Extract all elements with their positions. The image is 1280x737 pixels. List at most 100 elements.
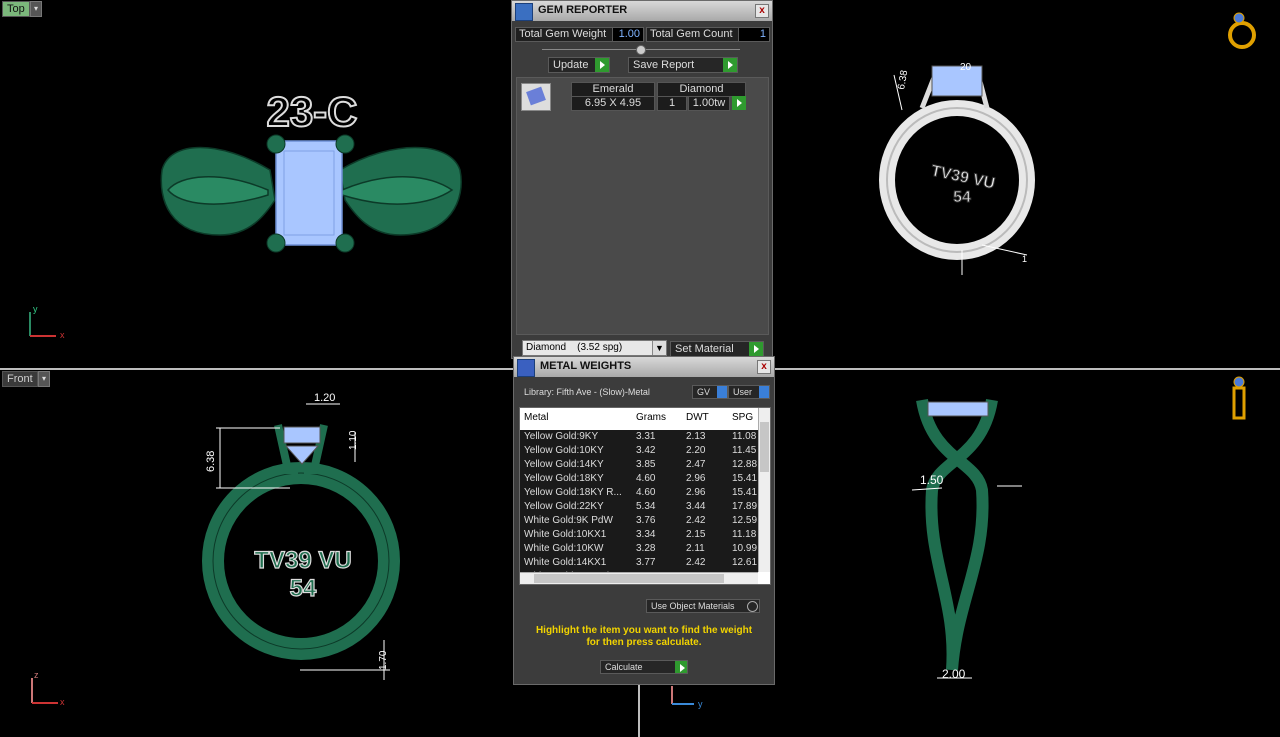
perspective-engraving-2: 54	[953, 189, 971, 206]
viewport-divider-v[interactable]	[638, 684, 640, 737]
col-dwt[interactable]: DWT	[686, 412, 709, 423]
update-button-label: Update	[553, 59, 589, 71]
gem-material: Diamond	[657, 82, 746, 97]
dwt-cell: 2.47	[686, 459, 706, 470]
table-row[interactable]: White Gold:9K PdW 3.76 2.42 12.59	[520, 514, 758, 528]
gem-weight: 1.00tw	[688, 96, 730, 111]
metal-weights-panel: METAL WEIGHTS x Library: Fifth Ave - (Sl…	[513, 356, 775, 685]
metal-name-cell: White Gold:10KX1	[524, 529, 607, 540]
spg-cell: 15.41	[732, 473, 758, 484]
instruction-line-1: Highlight the item you want to find the …	[535, 625, 753, 636]
front-dim-top-width: 1.20	[314, 392, 335, 404]
dwt-cell: 2.42	[686, 515, 706, 526]
size-slider-handle[interactable]	[636, 45, 646, 55]
perspective-dim-height: 6.38	[896, 69, 910, 91]
save-report-label: Save Report	[633, 59, 695, 71]
gem-row-go-button[interactable]	[732, 96, 746, 110]
table-row[interactable]: Yellow Gold:10KY 3.42 2.20 11.45	[520, 444, 758, 458]
total-gem-weight-value[interactable]: 1.00	[612, 27, 644, 42]
total-gem-count-label: Total Gem Count	[646, 27, 742, 42]
emerald-cut-icon	[521, 83, 551, 111]
dwt-cell: 2.13	[686, 431, 706, 442]
dwt-cell: 2.15	[686, 529, 706, 540]
use-object-materials-toggle[interactable]: Use Object Materials	[646, 599, 760, 613]
table-row[interactable]: White Gold:14KX1 3.77 2.42 12.61	[520, 556, 758, 570]
dwt-cell: 2.96	[686, 473, 706, 484]
side-dim-upper: 1.50	[920, 473, 944, 487]
ring-top-view: 23-C y x	[29, 87, 462, 340]
table-row[interactable]: White Gold:10KW 3.28 2.11 10.99	[520, 542, 758, 556]
gem-list-area[interactable]: Emerald Diamond 6.95 X 4.95 1 1.00tw	[516, 77, 769, 335]
metal-name-cell: Yellow Gold:14KY	[524, 459, 604, 470]
dwt-cell: 3.44	[686, 501, 706, 512]
metal-weights-titlebar[interactable]: METAL WEIGHTS x	[514, 357, 774, 377]
metal-name-cell: Yellow Gold:18KY R...	[524, 487, 622, 498]
close-icon[interactable]: x	[755, 4, 769, 18]
viewport-front[interactable]: Front ▾ TV39 VU 54 1.20 6.38 1.10 1.70 z…	[0, 370, 510, 737]
table-row[interactable]: Yellow Gold:18KY 4.60 2.96 15.41	[520, 472, 758, 486]
side-dim-lower: 2.00	[942, 667, 966, 681]
spg-cell: 12.88	[732, 459, 758, 470]
engraving-23c: 23-C	[266, 88, 357, 135]
gem-shape: Emerald	[571, 82, 655, 97]
spg-cell: 12.59	[732, 515, 758, 526]
grams-cell: 3.76	[636, 515, 656, 526]
axis-x-label-front: x	[60, 697, 65, 707]
ring-perspective-view: TV39 VU 54 6.38 20 1	[879, 12, 1256, 275]
metal-table-hscroll[interactable]	[520, 572, 758, 584]
table-row[interactable]: Yellow Gold:9KY 3.31 2.13 11.08	[520, 430, 758, 444]
spg-cell: 10.99	[732, 543, 758, 554]
metal-name-cell: Yellow Gold:9KY	[524, 431, 599, 442]
unit-gv-toggle[interactable]: GV	[692, 385, 728, 399]
metal-weights-app-icon	[517, 359, 535, 377]
unit-user-toggle[interactable]: User	[728, 385, 770, 399]
viewport-side[interactable]: 1.50 2.00	[772, 370, 1280, 737]
metal-table[interactable]: Metal Grams DWT SPG Yellow Gold:9KY 3.31 2…	[519, 407, 771, 585]
instruction-line-2: for then press calculate.	[586, 637, 702, 648]
emerald-gem-front	[283, 426, 321, 444]
viewport-perspective[interactable]: TV39 VU 54 6.38 20 1	[772, 0, 1280, 368]
spg-cell: 11.18	[732, 529, 757, 540]
grams-cell: 3.42	[636, 445, 656, 456]
gem-reporter-titlebar[interactable]: GEM REPORTER x	[512, 1, 772, 21]
table-row[interactable]: Yellow Gold:22KY 5.34 3.44 17.89	[520, 500, 758, 514]
save-report-button[interactable]: Save Report	[628, 57, 738, 73]
calculate-button[interactable]: Calculate	[600, 660, 688, 674]
col-spg[interactable]: SPG	[732, 412, 753, 423]
library-label: Library: Fifth Ave - (Slow)-Metal	[524, 387, 650, 397]
unit-user-label: User	[733, 387, 753, 397]
unit-gv-label: GV	[697, 387, 711, 397]
size-slider[interactable]	[542, 45, 740, 55]
update-button[interactable]: Update	[548, 57, 610, 73]
material-select[interactable]: Diamond (3.52 spg) ▼	[522, 340, 667, 356]
col-metal[interactable]: Metal	[524, 412, 548, 423]
close-icon[interactable]: x	[757, 360, 771, 374]
metal-table-vscroll[interactable]	[758, 408, 770, 572]
gem-reporter-app-icon	[515, 3, 533, 21]
dwt-cell: 2.42	[686, 557, 706, 568]
gem-count: 1	[657, 96, 687, 111]
calculate-label: Calculate	[605, 662, 643, 672]
viewport-top[interactable]: Top ▾ 23-C y x	[0, 0, 510, 368]
pendant-icon[interactable]	[1232, 376, 1246, 420]
metal-name-cell: White Gold:10KW	[524, 543, 604, 554]
spg-cell: 17.89	[732, 501, 758, 512]
table-row[interactable]: Yellow Gold:18KY R... 4.60 2.96 15.41	[520, 486, 758, 500]
use-object-materials-label: Use Object Materials	[651, 601, 735, 611]
ring-side-view: 1.50 2.00	[911, 376, 1246, 681]
dwt-cell: 2.96	[686, 487, 706, 498]
metal-name-cell: Yellow Gold:18KY	[524, 473, 604, 484]
table-row[interactable]: Yellow Gold:14KY 3.85 2.47 12.88	[520, 458, 758, 472]
axis-y-label: y	[33, 304, 38, 314]
col-grams[interactable]: Grams	[636, 412, 666, 423]
ring-icon[interactable]	[1228, 12, 1256, 49]
total-gem-count-value[interactable]: 1	[738, 27, 770, 42]
emerald-gem-perspective	[931, 65, 983, 97]
spg-cell: 11.45	[732, 445, 757, 456]
axis-y-label-bottom: y	[698, 699, 703, 709]
front-engraving-2: 54	[290, 575, 317, 602]
front-dim-shank: 1.70	[378, 650, 389, 670]
set-material-button[interactable]: Set Material	[670, 341, 764, 357]
spg-cell: 15.41	[732, 487, 758, 498]
table-row[interactable]: White Gold:10KX1 3.34 2.15 11.18	[520, 528, 758, 542]
